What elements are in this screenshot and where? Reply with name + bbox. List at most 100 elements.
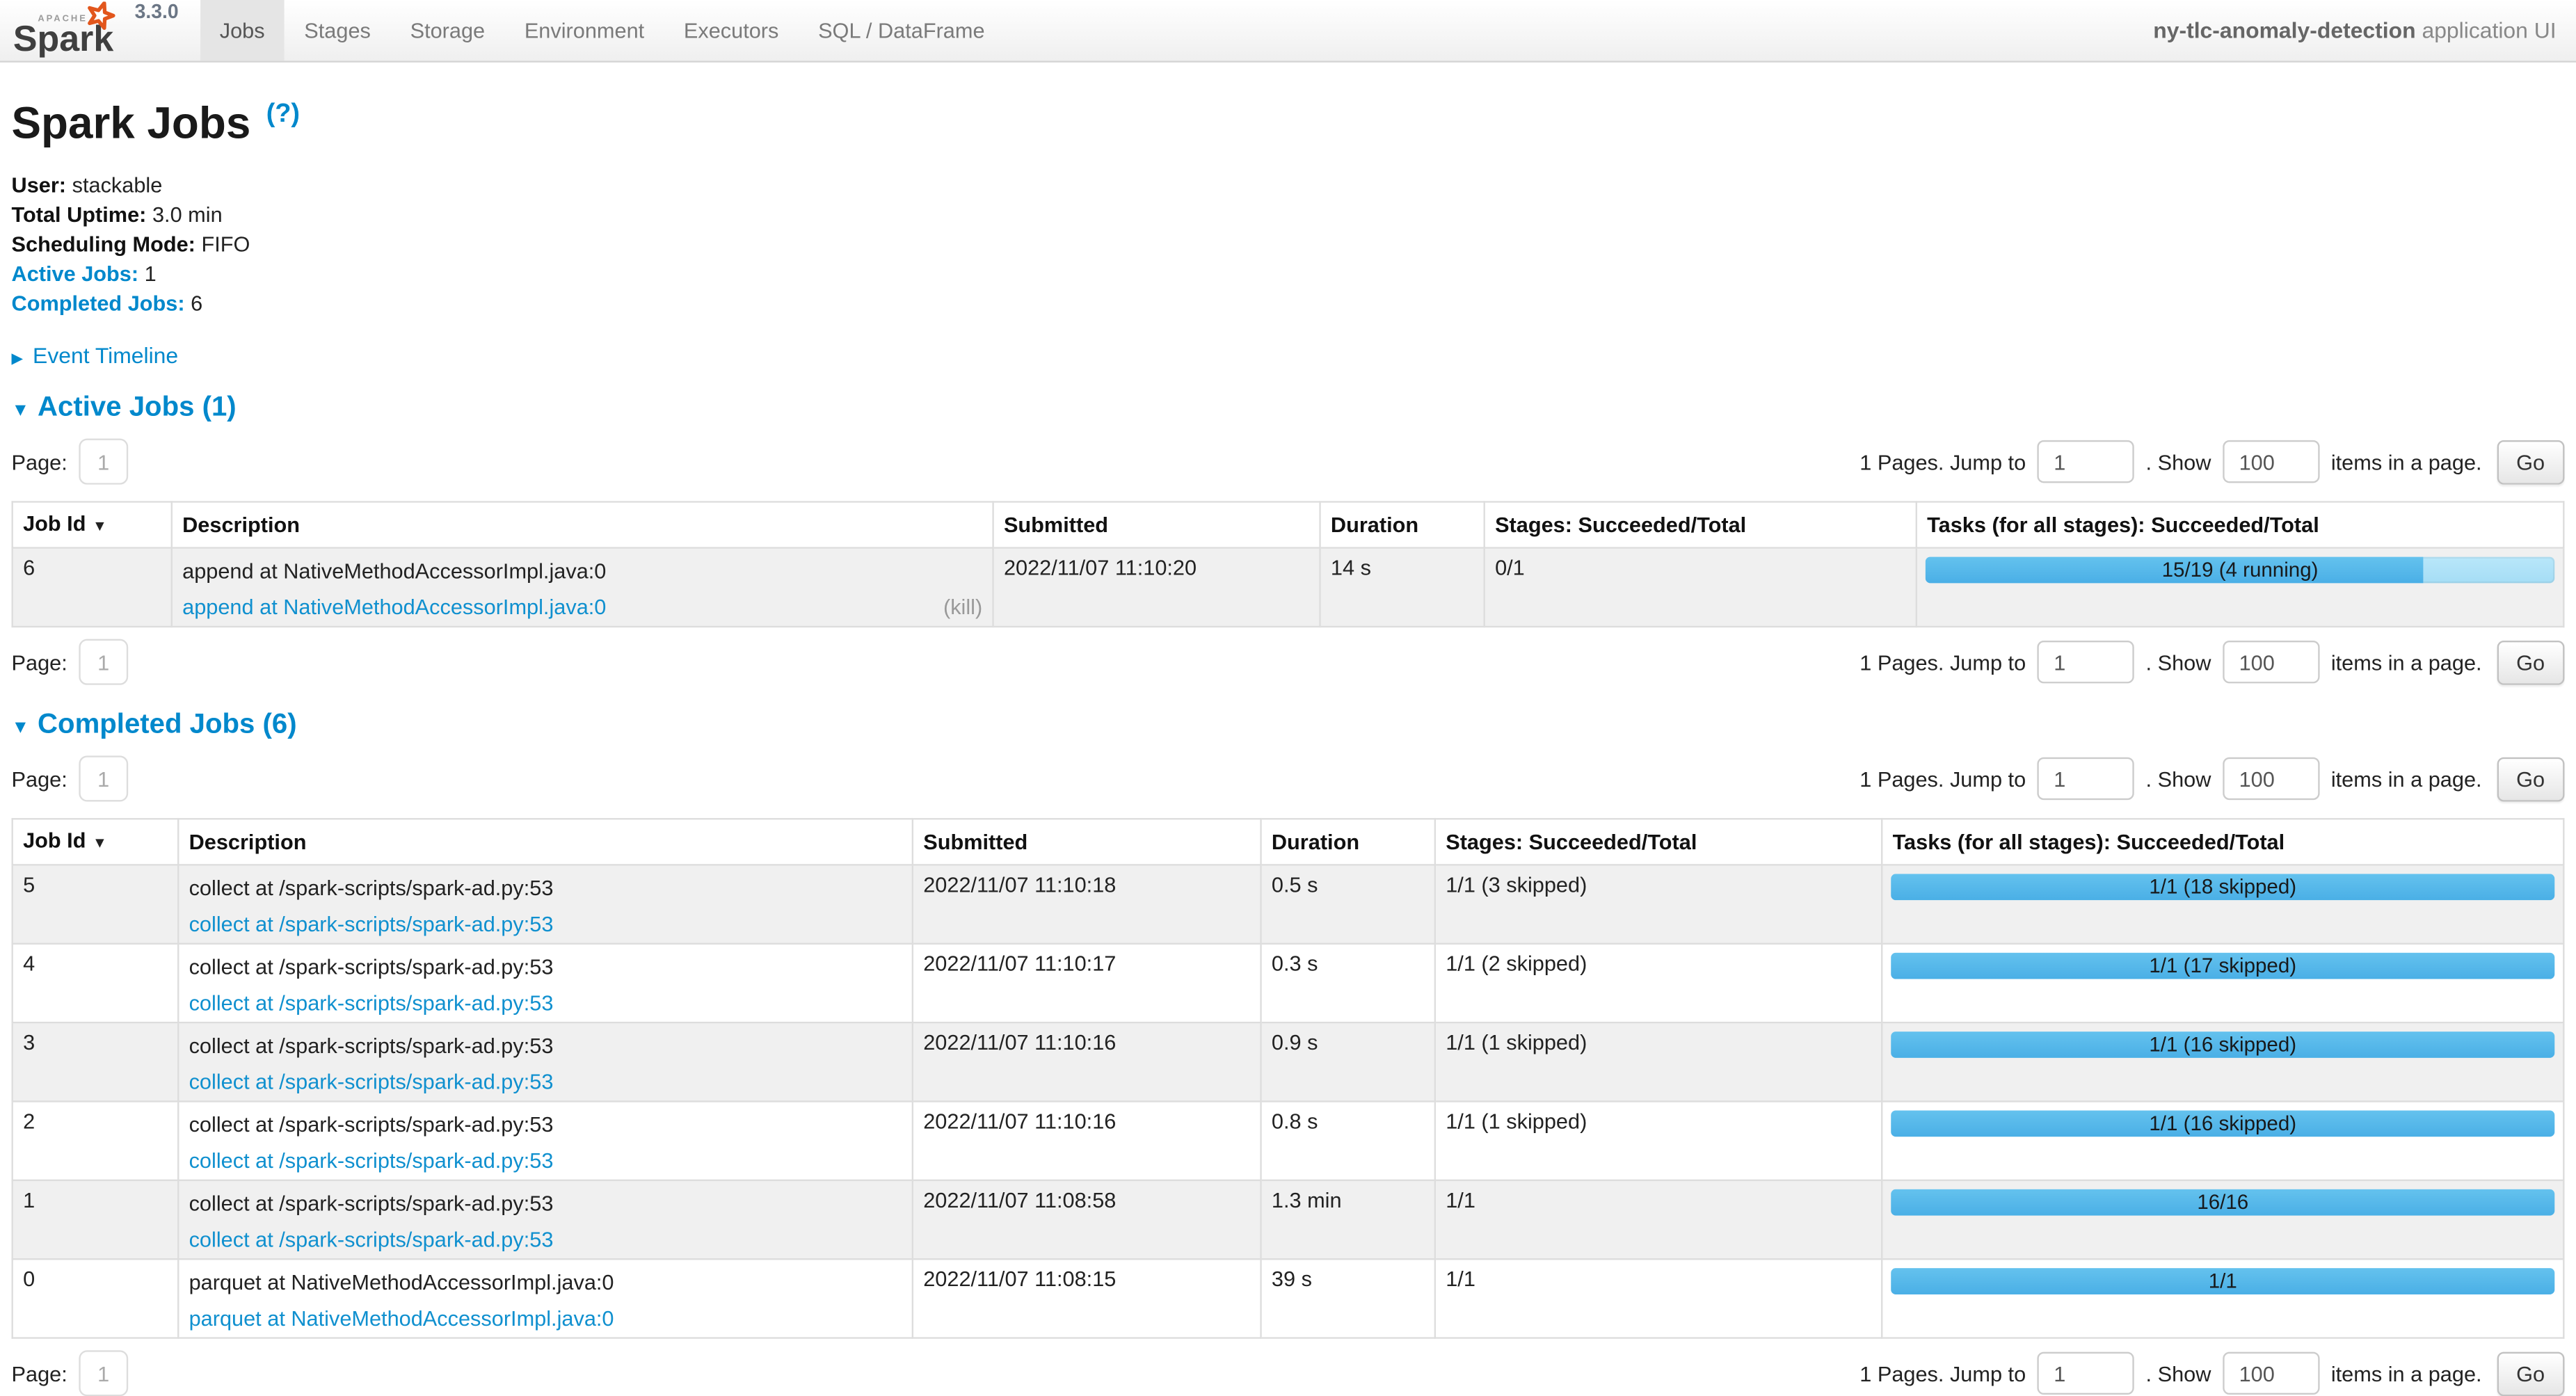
jump-to-input[interactable] <box>2038 641 2134 683</box>
table-row: 2 collect at /spark-scripts/spark-ad.py:… <box>13 1101 2564 1180</box>
tasks-cell: 1/1 (18 skipped) <box>1882 865 2563 943</box>
job-detail-link[interactable]: parquet at NativeMethodAccessorImpl.java… <box>189 1306 614 1330</box>
duration-cell: 0.5 s <box>1261 865 1435 943</box>
jump-to-input[interactable] <box>2038 1352 2134 1395</box>
tab-sql-dataframe[interactable]: SQL / DataFrame <box>799 0 1005 61</box>
show-text: . Show <box>2146 650 2211 674</box>
duration-cell: 1.3 min <box>1261 1180 1435 1259</box>
kill-link[interactable]: (kill) <box>943 595 982 619</box>
jump-to-input[interactable] <box>2038 440 2134 483</box>
job-detail-link[interactable]: collect at /spark-scripts/spark-ad.py:53 <box>189 912 554 936</box>
sort-desc-icon: ▼ <box>93 518 107 534</box>
completed-jobs-link[interactable]: Completed Jobs: <box>12 291 185 315</box>
job-id-cell: 6 <box>13 548 172 627</box>
tab-jobs[interactable]: Jobs <box>200 0 285 61</box>
show-count-input[interactable] <box>2223 1352 2319 1395</box>
stages-cell: 1/1 (1 skipped) <box>1435 1022 1882 1101</box>
col-tasks[interactable]: Tasks (for all stages): Succeeded/Total <box>1917 502 2563 547</box>
page-number-input[interactable] <box>79 1350 128 1396</box>
job-detail-link[interactable]: collect at /spark-scripts/spark-ad.py:53 <box>189 1148 554 1173</box>
table-row: 3 collect at /spark-scripts/spark-ad.py:… <box>13 1022 2564 1101</box>
job-description: collect at /spark-scripts/spark-ad.py:53 <box>189 1030 902 1058</box>
description-cell: collect at /spark-scripts/spark-ad.py:53… <box>178 1180 913 1259</box>
tab-executors[interactable]: Executors <box>664 0 799 61</box>
tab-environment[interactable]: Environment <box>504 0 664 61</box>
description-cell: collect at /spark-scripts/spark-ad.py:53… <box>178 944 913 1022</box>
go-button[interactable]: Go <box>2497 640 2565 684</box>
page-label: Page: <box>12 650 67 674</box>
tasks-progress-bar: 1/1 (17 skipped) <box>1891 953 2554 979</box>
collapse-arrow-icon: ▼ <box>12 394 30 427</box>
user-value: stackable <box>72 173 163 197</box>
stages-cell: 1/1 (1 skipped) <box>1435 1101 1882 1180</box>
duration-cell: 14 s <box>1320 548 1485 627</box>
job-description: collect at /spark-scripts/spark-ad.py:53 <box>189 951 902 979</box>
page-label: Page: <box>12 1361 67 1386</box>
show-count-input[interactable] <box>2223 757 2319 800</box>
col-description[interactable]: Description <box>172 502 993 547</box>
page-number-input[interactable] <box>79 755 128 801</box>
pagination-bar: Page: 1 Pages. Jump to . Show items in a… <box>12 639 2565 685</box>
spark-version: 3.3.0 <box>135 0 179 61</box>
tasks-progress-bar: 1/1 (16 skipped) <box>1891 1032 2554 1058</box>
progress-label: 1/1 (17 skipped) <box>1891 953 2554 979</box>
tab-stages[interactable]: Stages <box>285 0 390 61</box>
page-number-input[interactable] <box>79 439 128 485</box>
col-stages[interactable]: Stages: Succeeded/Total <box>1485 502 1917 547</box>
table-header-row: Job Id▼ Description Submitted Duration S… <box>13 819 2564 865</box>
spark-logo[interactable]: APACHE Spark <box>0 0 122 61</box>
event-timeline-toggle[interactable]: ▶Event Timeline <box>12 344 2565 368</box>
active-jobs-count: 1 <box>145 261 157 285</box>
user-label: User: <box>12 173 67 197</box>
job-id-cell: 4 <box>13 944 179 1022</box>
job-detail-link[interactable]: collect at /spark-scripts/spark-ad.py:53 <box>189 990 554 1015</box>
job-detail-link[interactable]: append at NativeMethodAccessorImpl.java:… <box>182 595 606 619</box>
completed-jobs-heading[interactable]: ▼Completed Jobs (6) <box>12 708 2565 744</box>
tasks-progress-bar: 16/16 <box>1891 1189 2554 1216</box>
submitted-cell: 2022/11/07 11:10:16 <box>913 1101 1261 1180</box>
spark-logo-image: APACHE Spark <box>13 1 122 57</box>
stages-cell: 1/1 <box>1435 1180 1882 1259</box>
show-text: . Show <box>2146 1361 2211 1386</box>
pages-jump-text: 1 Pages. Jump to <box>1859 1361 2026 1386</box>
application-title: ny-tlc-anomaly-detection application UI <box>2153 0 2576 61</box>
col-job-id[interactable]: Job Id▼ <box>13 502 172 547</box>
show-count-input[interactable] <box>2223 440 2319 483</box>
col-duration[interactable]: Duration <box>1261 819 1435 865</box>
submitted-cell: 2022/11/07 11:10:16 <box>913 1022 1261 1101</box>
col-tasks[interactable]: Tasks (for all stages): Succeeded/Total <box>1882 819 2563 865</box>
spark-ui-page: APACHE Spark 3.3.0 Jobs Stages Storage E… <box>0 0 2576 1349</box>
application-suffix: application UI <box>2416 18 2557 42</box>
job-detail-link[interactable]: collect at /spark-scripts/spark-ad.py:53 <box>189 1227 554 1251</box>
submitted-cell: 2022/11/07 11:10:20 <box>993 548 1320 627</box>
go-button[interactable]: Go <box>2497 1351 2565 1395</box>
submitted-cell: 2022/11/07 11:10:18 <box>913 865 1261 943</box>
page-number-input[interactable] <box>79 639 128 685</box>
active-jobs-heading[interactable]: ▼Active Jobs (1) <box>12 391 2565 427</box>
tasks-progress-bar: 1/1 (16 skipped) <box>1891 1110 2554 1137</box>
show-text: . Show <box>2146 449 2211 474</box>
pages-jump-text: 1 Pages. Jump to <box>1859 650 2026 674</box>
job-description: collect at /spark-scripts/spark-ad.py:53 <box>189 1109 902 1137</box>
duration-cell: 0.3 s <box>1261 944 1435 1022</box>
job-id-cell: 1 <box>13 1180 179 1259</box>
show-count-input[interactable] <box>2223 641 2319 683</box>
job-id-cell: 3 <box>13 1022 179 1101</box>
job-description: append at NativeMethodAccessorImpl.java:… <box>182 555 982 583</box>
col-description[interactable]: Description <box>178 819 913 865</box>
col-job-id[interactable]: Job Id▼ <box>13 819 179 865</box>
col-submitted[interactable]: Submitted <box>993 502 1320 547</box>
go-button[interactable]: Go <box>2497 440 2565 484</box>
col-stages[interactable]: Stages: Succeeded/Total <box>1435 819 1882 865</box>
active-jobs-link[interactable]: Active Jobs: <box>12 261 139 285</box>
col-submitted[interactable]: Submitted <box>913 819 1261 865</box>
tab-storage[interactable]: Storage <box>390 0 504 61</box>
jump-to-input[interactable] <box>2038 757 2134 800</box>
help-link[interactable]: (?) <box>266 100 300 128</box>
completed-jobs-count: 6 <box>191 291 202 315</box>
go-button[interactable]: Go <box>2497 757 2565 801</box>
page-title: Spark Jobs (?) <box>12 89 2565 150</box>
description-cell: parquet at NativeMethodAccessorImpl.java… <box>178 1259 913 1338</box>
job-detail-link[interactable]: collect at /spark-scripts/spark-ad.py:53 <box>189 1069 554 1093</box>
col-duration[interactable]: Duration <box>1320 502 1485 547</box>
